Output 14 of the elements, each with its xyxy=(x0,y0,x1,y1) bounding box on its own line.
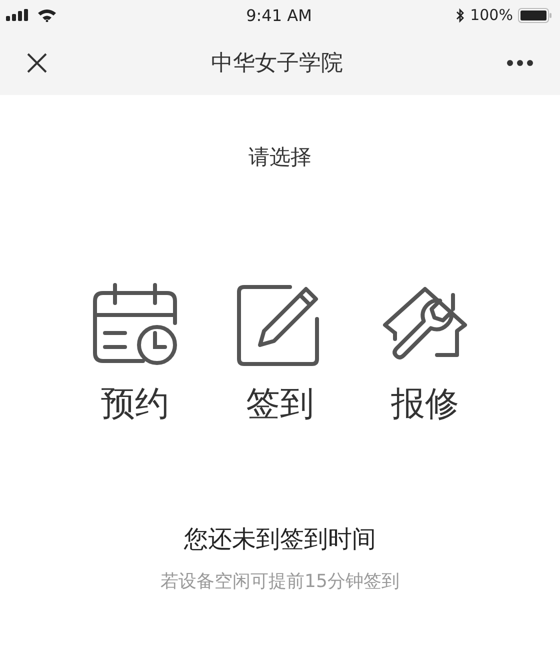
battery-percent: 100% xyxy=(470,6,513,24)
prompt-text: 请选择 xyxy=(248,144,312,171)
repair-button[interactable]: 报修 xyxy=(375,283,475,427)
battery-icon xyxy=(518,8,552,22)
message-hint: 若设备空闲可提前15分钟签到 xyxy=(160,570,400,593)
more-icon xyxy=(506,58,534,66)
bluetooth-icon xyxy=(456,8,466,22)
close-icon xyxy=(26,52,48,74)
message-title: 您还未到签到时间 xyxy=(183,524,377,555)
reserve-button[interactable]: 预约 xyxy=(85,283,185,427)
check-in-button[interactable]: 签到 xyxy=(230,283,330,427)
status-time: 9:41 AM xyxy=(246,6,312,24)
page-title: 中华女子学院 xyxy=(211,50,343,78)
wifi-icon xyxy=(37,8,57,22)
